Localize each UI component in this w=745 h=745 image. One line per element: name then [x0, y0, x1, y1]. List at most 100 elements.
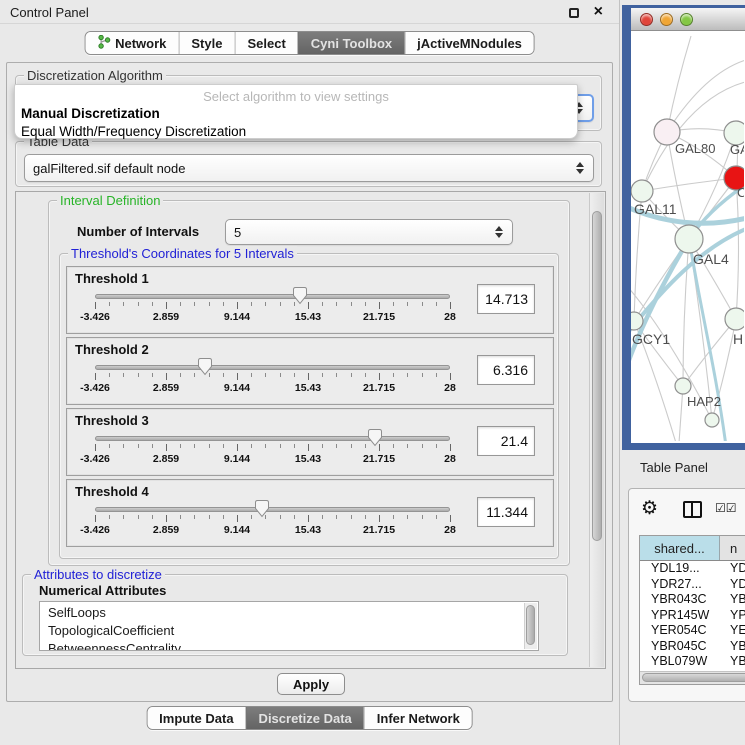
threshold-label: Threshold 2 — [75, 342, 149, 357]
table-body: YDL19...YDL1YDR27...YDR2YBR043CYBR0YPR14… — [640, 561, 745, 671]
network-node-gcy1[interactable] — [631, 312, 643, 330]
slider-tick — [336, 373, 337, 377]
zoom-traffic-light-icon[interactable] — [680, 13, 693, 26]
slider-handle[interactable] — [292, 286, 308, 305]
network-edge[interactable] — [667, 36, 691, 132]
discretization-algorithm-group-title: Discretization Algorithm — [24, 68, 166, 83]
network-node-gal11[interactable] — [631, 180, 653, 202]
slider-tick — [180, 302, 181, 306]
settings-gear-icon[interactable]: ⚙ — [641, 499, 658, 518]
threshold-value-field[interactable]: 6.316 — [477, 355, 535, 385]
table-panel: ⚙ ☑☑ shared... n YDL19...YDL1YDR27...YDR… — [628, 488, 745, 702]
threshold-value-field[interactable]: 21.4 — [477, 426, 535, 456]
threshold-value-field[interactable]: 14.713 — [477, 284, 535, 314]
attribute-item[interactable]: TopologicalCoefficient — [48, 622, 538, 640]
table-data-select[interactable]: galFiltered.sif default node — [24, 154, 594, 182]
dropdown-option-manual-discretization[interactable]: Manual Discretization — [15, 104, 577, 122]
slider-tick — [280, 373, 281, 377]
tab-style[interactable]: Style — [178, 32, 234, 54]
tab-discretize-data[interactable]: Discretize Data — [246, 707, 364, 729]
column-header-name[interactable]: n — [720, 536, 745, 560]
slider-tick — [251, 515, 252, 519]
network-node-h[interactable] — [725, 308, 744, 330]
cell-name: YDR2 — [720, 577, 745, 593]
slider-handle[interactable] — [254, 499, 270, 518]
tick-label: 2.859 — [153, 453, 179, 465]
slider-tick — [407, 373, 408, 377]
slider-track[interactable] — [95, 436, 450, 441]
slider-track[interactable] — [95, 507, 450, 512]
tick-label: 9.144 — [224, 453, 250, 465]
slider-tick — [265, 302, 266, 306]
close-icon[interactable]: × — [594, 2, 603, 22]
tab-network[interactable]: Network — [85, 32, 178, 54]
network-window: GAL80GACGAL11GAL4GCY1HHAP2 — [622, 5, 745, 450]
network-edge[interactable] — [642, 178, 736, 191]
tick-label: -3.426 — [80, 311, 110, 323]
bottom-tab-bar: Impute DataDiscretize DataInfer Network — [146, 706, 473, 730]
tab-cyni-toolbox[interactable]: Cyni Toolbox — [298, 32, 404, 54]
slider-tick — [194, 373, 195, 377]
attributes-scrollbar[interactable] — [524, 603, 537, 649]
apply-button[interactable]: Apply — [277, 673, 345, 695]
slider-tick — [280, 444, 281, 448]
tab-impute-data[interactable]: Impute Data — [147, 707, 245, 729]
tab-infer-network[interactable]: Infer Network — [364, 707, 472, 729]
slider-tick-labels: -3.4262.8599.14415.4321.71528 — [95, 382, 450, 396]
node-table: shared... n YDL19...YDL1YDR27...YDR2YBR0… — [639, 535, 745, 685]
table-row[interactable]: YDR27...YDR2 — [640, 577, 745, 593]
tab-label: Cyni Toolbox — [311, 36, 392, 51]
table-row[interactable]: YBR043CYBR0 — [640, 592, 745, 608]
float-window-icon[interactable] — [569, 8, 579, 18]
pane-vertical-scrollbar[interactable] — [589, 193, 604, 667]
select-columns-icon[interactable]: ☑☑ — [715, 501, 737, 515]
number-of-intervals-select[interactable]: 5 — [225, 219, 513, 245]
cell-shared-name: YBR045C — [640, 639, 720, 655]
slider-tick — [436, 373, 437, 377]
table-row[interactable]: YDL19...YDL1 — [640, 561, 745, 577]
slider-tick — [365, 444, 366, 448]
slider-tick — [322, 444, 323, 448]
tick-label: 9.144 — [224, 311, 250, 323]
table-row[interactable]: YER054CYER0 — [640, 623, 745, 639]
threshold-panel-4: Threshold 4-3.4262.8599.14415.4321.71528… — [66, 479, 554, 547]
dropdown-option-equal-width-frequency[interactable]: Equal Width/Frequency Discretization — [15, 122, 577, 140]
tick-label: -3.426 — [80, 524, 110, 536]
network-node-gal4[interactable] — [675, 225, 703, 253]
table-row[interactable]: YBL079WYBL0 — [640, 654, 745, 670]
network-edge[interactable] — [683, 239, 689, 386]
slider-tick — [194, 444, 195, 448]
network-node-hap2[interactable] — [675, 378, 691, 394]
scrollbar-thumb[interactable] — [642, 673, 745, 682]
column-header-shared-name[interactable]: shared... — [640, 536, 720, 560]
slider-tick — [123, 373, 124, 377]
attributes-listbox[interactable]: SelfLoopsTopologicalCoefficientBetweenne… — [39, 601, 539, 651]
tab-select[interactable]: Select — [234, 32, 297, 54]
attribute-item[interactable]: SelfLoops — [48, 604, 538, 622]
tab-jactivemnodules[interactable]: jActiveMNodules — [404, 32, 534, 54]
network-window-titlebar[interactable] — [631, 8, 745, 31]
slider-tick — [336, 302, 337, 306]
attribute-item[interactable]: BetweennessCentrality — [48, 640, 538, 651]
slider-track[interactable] — [95, 294, 450, 299]
slider-handle[interactable] — [367, 428, 383, 447]
screen: Control Panel × NetworkStyleSelectCyni T… — [0, 0, 745, 745]
minimize-traffic-light-icon[interactable] — [660, 13, 673, 26]
scrollbar-thumb[interactable] — [526, 605, 535, 645]
threshold-value-field[interactable]: 11.344 — [477, 497, 535, 527]
cell-name: YBL0 — [720, 654, 745, 670]
slider-track[interactable] — [95, 365, 450, 370]
table-row[interactable]: YPR145WYPR1 — [640, 608, 745, 624]
slider-tick — [209, 444, 210, 448]
slider-tick — [152, 373, 153, 377]
network-edge-highlighted[interactable] — [631, 239, 689, 371]
network-canvas[interactable]: GAL80GACGAL11GAL4GCY1HHAP2 — [631, 31, 745, 443]
slider-handle[interactable] — [197, 357, 213, 376]
table-row[interactable]: YBR045CYBR0 — [640, 639, 745, 655]
network-node[interactable] — [705, 413, 719, 427]
table-horizontal-scrollbar[interactable] — [640, 671, 745, 684]
column-layout-icon[interactable] — [683, 501, 702, 518]
slider-tick — [95, 373, 96, 380]
scrollbar-thumb[interactable] — [592, 211, 602, 541]
close-traffic-light-icon[interactable] — [640, 13, 653, 26]
